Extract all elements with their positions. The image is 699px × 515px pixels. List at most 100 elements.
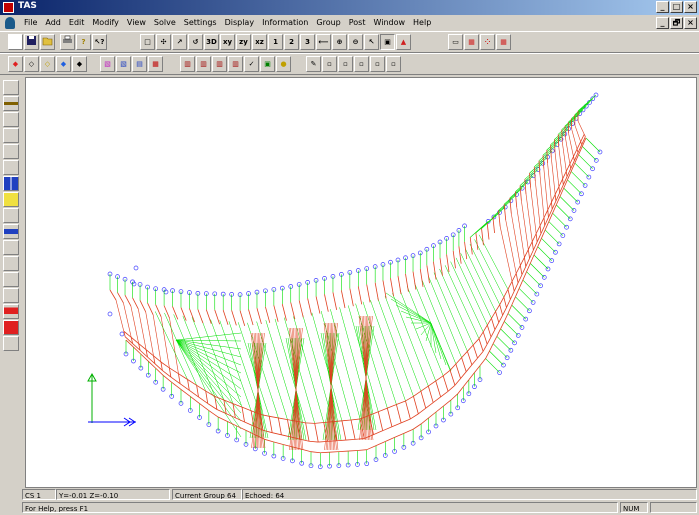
node-outline-icon[interactable]: ◇	[24, 56, 39, 72]
point-tool-icon[interactable]	[3, 80, 19, 95]
previous-view-icon[interactable]: ⟵	[316, 34, 331, 50]
view-xz-button[interactable]: xz	[252, 34, 267, 50]
maximize-button[interactable]: □	[670, 1, 683, 13]
app-icon[interactable]	[3, 2, 14, 13]
plate-tool-icon[interactable]	[3, 112, 19, 127]
menu-display[interactable]: Display	[221, 17, 259, 29]
menu-post[interactable]: Post	[345, 17, 370, 29]
view-3d-button[interactable]: 3D	[204, 34, 219, 50]
mdi-close-button[interactable]: ×	[684, 17, 697, 29]
document-icon[interactable]	[5, 17, 15, 29]
material-icon[interactable]: ▧	[100, 56, 115, 72]
table-icon[interactable]: ▤	[132, 56, 147, 72]
model-viewport[interactable]	[25, 77, 697, 488]
gap-tool-icon[interactable]	[3, 272, 19, 287]
rotate-icon[interactable]: ↺	[188, 34, 203, 50]
print-icon[interactable]	[60, 34, 75, 50]
help-icon[interactable]: ↖?	[92, 34, 107, 50]
pen-icon[interactable]: ✎	[306, 56, 321, 72]
property-icon[interactable]: ▧	[116, 56, 131, 72]
mesh-line	[515, 296, 530, 311]
star-tool-icon[interactable]	[3, 192, 19, 207]
zoom-in-icon[interactable]: ⊕	[332, 34, 347, 50]
menu-group[interactable]: Group	[312, 17, 344, 29]
line-tool-icon[interactable]	[3, 240, 19, 255]
menu-modify[interactable]: Modify	[88, 17, 123, 29]
mesh-line	[430, 322, 452, 372]
menu-edit[interactable]: Edit	[65, 17, 89, 29]
close-button[interactable]: ×	[684, 1, 697, 13]
open-icon[interactable]	[40, 34, 55, 50]
mesh-line	[543, 217, 546, 226]
cube-tool-icon[interactable]	[3, 320, 19, 335]
bc-4-icon[interactable]: ▥	[228, 56, 243, 72]
view-2-button[interactable]: 2	[284, 34, 299, 50]
mesh-line	[566, 168, 572, 177]
node-blue-icon[interactable]: ◆	[56, 56, 71, 72]
view-1-button[interactable]: 1	[268, 34, 283, 50]
new-icon[interactable]	[8, 34, 23, 50]
mdi-restore-button[interactable]: 🗗	[670, 17, 683, 29]
beam-tool-icon[interactable]	[3, 96, 19, 111]
copy-5-icon[interactable]: ▫	[386, 56, 401, 72]
points-icon[interactable]: ⁘	[480, 34, 495, 50]
mesh-line	[391, 422, 402, 428]
menu-window[interactable]: Window	[369, 17, 409, 29]
mesh-line	[385, 292, 432, 324]
mesh-line	[503, 297, 507, 308]
mesh-line	[496, 336, 512, 351]
load-icon[interactable]: ▦	[148, 56, 163, 72]
mesh-line	[425, 402, 434, 409]
bc-2-icon[interactable]: ▥	[196, 56, 211, 72]
edge-tool-icon[interactable]	[3, 336, 19, 351]
mesh-line	[561, 141, 567, 172]
clock-icon[interactable]: ●	[276, 56, 291, 72]
mesh-icon[interactable]: ▦	[496, 34, 511, 50]
zoom-window-icon[interactable]: ↗	[172, 34, 187, 50]
zoom-out-icon[interactable]: ⊖	[348, 34, 363, 50]
surface-tool-icon[interactable]	[3, 224, 19, 239]
link-tool-icon[interactable]	[3, 288, 19, 303]
spring-tool-icon[interactable]	[3, 208, 19, 223]
menu-settings[interactable]: Settings	[180, 17, 221, 29]
menu-help[interactable]: Help	[409, 17, 435, 29]
view-3-button[interactable]: 3	[300, 34, 315, 50]
mdi-minimize-button[interactable]: _	[656, 17, 669, 29]
divide-tool-icon[interactable]	[3, 256, 19, 271]
bc-3-icon[interactable]: ▥	[212, 56, 227, 72]
menu-solve[interactable]: Solve	[150, 17, 180, 29]
menu-information[interactable]: Information	[258, 17, 312, 29]
flag-tool-icon[interactable]	[3, 304, 19, 319]
pointer-icon[interactable]: ↖	[364, 34, 379, 50]
brick-tool-icon[interactable]	[3, 144, 19, 159]
node-yellow-icon[interactable]: ◇	[40, 56, 55, 72]
lines-icon[interactable]: ▭	[448, 34, 463, 50]
pan-icon[interactable]: ✣	[156, 34, 171, 50]
check-icon[interactable]: ✓	[244, 56, 259, 72]
menu-file[interactable]: File	[20, 17, 41, 29]
mesh-line	[538, 160, 541, 175]
menu-view[interactable]: View	[123, 17, 150, 29]
column-tool-icon[interactable]	[3, 176, 19, 191]
copy-3-icon[interactable]: ▫	[354, 56, 369, 72]
view-xy-button[interactable]: xy	[220, 34, 235, 50]
node-black-icon[interactable]: ◆	[72, 56, 87, 72]
hint-icon[interactable]: ?	[76, 34, 91, 50]
view-zy-button[interactable]: zy	[236, 34, 251, 50]
color-plot-icon[interactable]: ▲	[396, 34, 411, 50]
node-red-icon[interactable]: ◆	[8, 56, 23, 72]
display-icon[interactable]: ▣	[260, 56, 275, 72]
bc-1-icon[interactable]: ▥	[180, 56, 195, 72]
copy-4-icon[interactable]: ▫	[370, 56, 385, 72]
copy-1-icon[interactable]: ▫	[322, 56, 337, 72]
minimize-button[interactable]: _	[656, 1, 669, 13]
save-icon[interactable]	[24, 34, 39, 50]
quad-tool-icon[interactable]	[3, 128, 19, 143]
menu-add[interactable]: Add	[41, 17, 65, 29]
solid-tool-icon[interactable]	[3, 160, 19, 175]
copy-2-icon[interactable]: ▫	[338, 56, 353, 72]
select-box-icon[interactable]: □	[140, 34, 155, 50]
fit-view-icon[interactable]: ▣	[380, 34, 395, 50]
grid-icon[interactable]: ▦	[464, 34, 479, 50]
mesh-line	[163, 305, 170, 319]
